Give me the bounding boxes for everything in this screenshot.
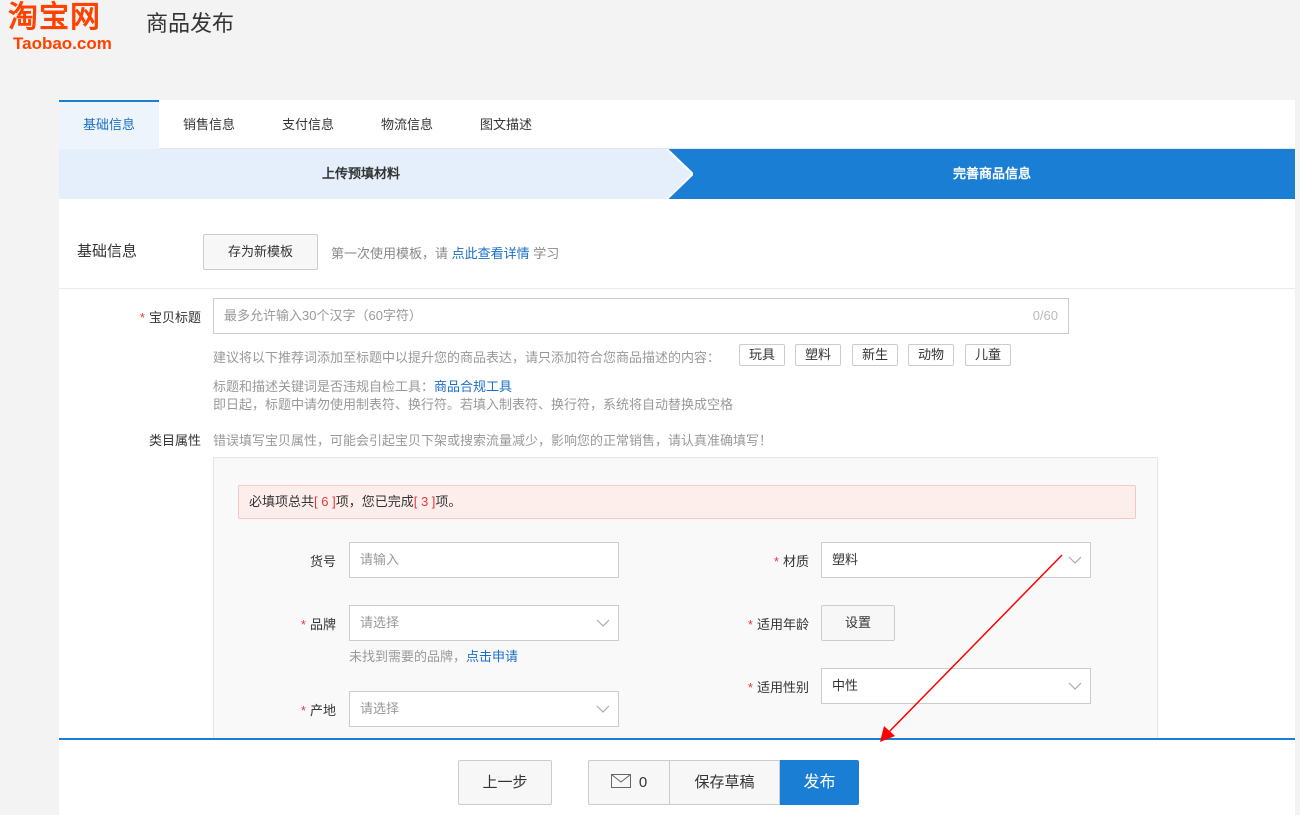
required-total: [ 6 ] [314, 494, 336, 509]
suggest-tag[interactable]: 新生 [852, 344, 899, 366]
chevron-down-icon [1068, 682, 1082, 690]
tab-basic-info[interactable]: 基础信息 [59, 100, 159, 149]
step-complete-label: 完善商品信息 [952, 166, 1031, 181]
previous-step-button[interactable]: 上一步 [458, 760, 552, 805]
message-count: 0 [638, 774, 648, 791]
taobao-logo[interactable]: 淘宝网 Taobao.com [8, 0, 138, 56]
title-suggest-hint: 建议将以下推荐词添加至标题中以提升您的商品表达，请只添加符合您商品描述的内容： [213, 350, 721, 365]
brand-apply-link[interactable]: 点击申请 [466, 649, 518, 664]
logo-text-en: Taobao.com [13, 34, 112, 53]
template-row: 基础信息 存为新模板 第一次使用模板，请 点此查看详情 学习 [59, 212, 1295, 289]
material-select[interactable]: 塑料 [821, 542, 1091, 578]
required-done: [ 3 ] [413, 494, 436, 509]
suggest-tag[interactable]: 塑料 [795, 344, 842, 366]
category-hint: 错误填写宝贝属性，可能会引起宝贝下架或搜索流量减少，影响您的正常销售，请认真准确… [213, 433, 773, 448]
progress-steps: 上传预填材料 完善商品信息 [59, 149, 1295, 199]
tab-logistics-info[interactable]: 物流信息 [357, 100, 457, 149]
tab-sales-info[interactable]: 销售信息 [159, 100, 259, 149]
save-template-button[interactable]: 存为新模板 [203, 234, 318, 270]
suggest-tag[interactable]: 动物 [908, 344, 955, 366]
brand-select[interactable]: 请选择 [349, 605, 619, 641]
message-button[interactable]: 0 [588, 760, 670, 805]
title-input[interactable]: 最多允许输入30个汉字（60字符） 0/60 [213, 298, 1069, 334]
section-tabs: 基础信息 销售信息 支付信息 物流信息 图文描述 [59, 100, 1295, 149]
template-section-label: 基础信息 [77, 243, 138, 260]
required-notice: 必填项总共[ 6 ]项，您已完成[ 3 ]项。 [238, 485, 1136, 519]
gender-select[interactable]: 中性 [821, 668, 1091, 704]
action-bar: 上一步 0 保存草稿 发布 [59, 738, 1295, 815]
origin-select[interactable]: 请选择 [349, 691, 619, 727]
chevron-down-icon [596, 705, 610, 713]
compliance-tool-link[interactable]: 商品合规工具 [434, 379, 512, 394]
age-label: * 适用年龄 [747, 617, 809, 632]
chevron-down-icon [596, 619, 610, 627]
title-char-counter: 0/60 [1032, 308, 1058, 323]
age-settings-button[interactable]: 设置 [821, 605, 895, 641]
publish-button[interactable]: 发布 [780, 760, 859, 805]
envelope-icon [610, 774, 631, 788]
chevron-down-icon [1068, 556, 1082, 564]
page-title: 商品发布 [146, 11, 235, 36]
compliance-hint: 标题和描述关键词是否违规自检工具：商品合规工具 [213, 379, 513, 394]
save-draft-button[interactable]: 保存草稿 [669, 760, 780, 805]
main-panel: 基础信息 销售信息 支付信息 物流信息 图文描述 上传预填材料 完善商品信息 基… [59, 100, 1295, 815]
template-hint: 第一次使用模板，请 点此查看详情 学习 [331, 246, 560, 261]
tab-payment-info[interactable]: 支付信息 [258, 100, 358, 149]
gender-label: * 适用性别 [747, 680, 809, 695]
format-hint: 即日起，标题中请勿使用制表符、换行符。若填入制表符、换行符，系统将自动替换成空格 [213, 397, 734, 412]
suggest-tag[interactable]: 儿童 [965, 344, 1012, 366]
brand-hint: 未找到需要的品牌，点击申请 [349, 649, 519, 664]
title-label: * 宝贝标题 [139, 310, 201, 325]
logo-text-cn: 淘宝网 [8, 0, 101, 35]
brand-label: * 品牌 [300, 617, 336, 632]
sku-input[interactable]: 请输入 [349, 542, 619, 578]
material-label: * 材质 [773, 554, 809, 569]
suggest-tag[interactable]: 玩具 [739, 344, 786, 366]
sku-label: 货号 [309, 554, 336, 569]
tab-description[interactable]: 图文描述 [456, 100, 556, 149]
step-upload-label: 上传预填材料 [321, 166, 400, 181]
attribute-box: 必填项总共[ 6 ]项，您已完成[ 3 ]项。 货号 请输入 * 品牌 请选择 未… [213, 457, 1158, 757]
template-detail-link[interactable]: 点此查看详情 [452, 246, 530, 261]
category-label: 类目属性 [148, 433, 201, 448]
origin-label: * 产地 [300, 703, 336, 718]
